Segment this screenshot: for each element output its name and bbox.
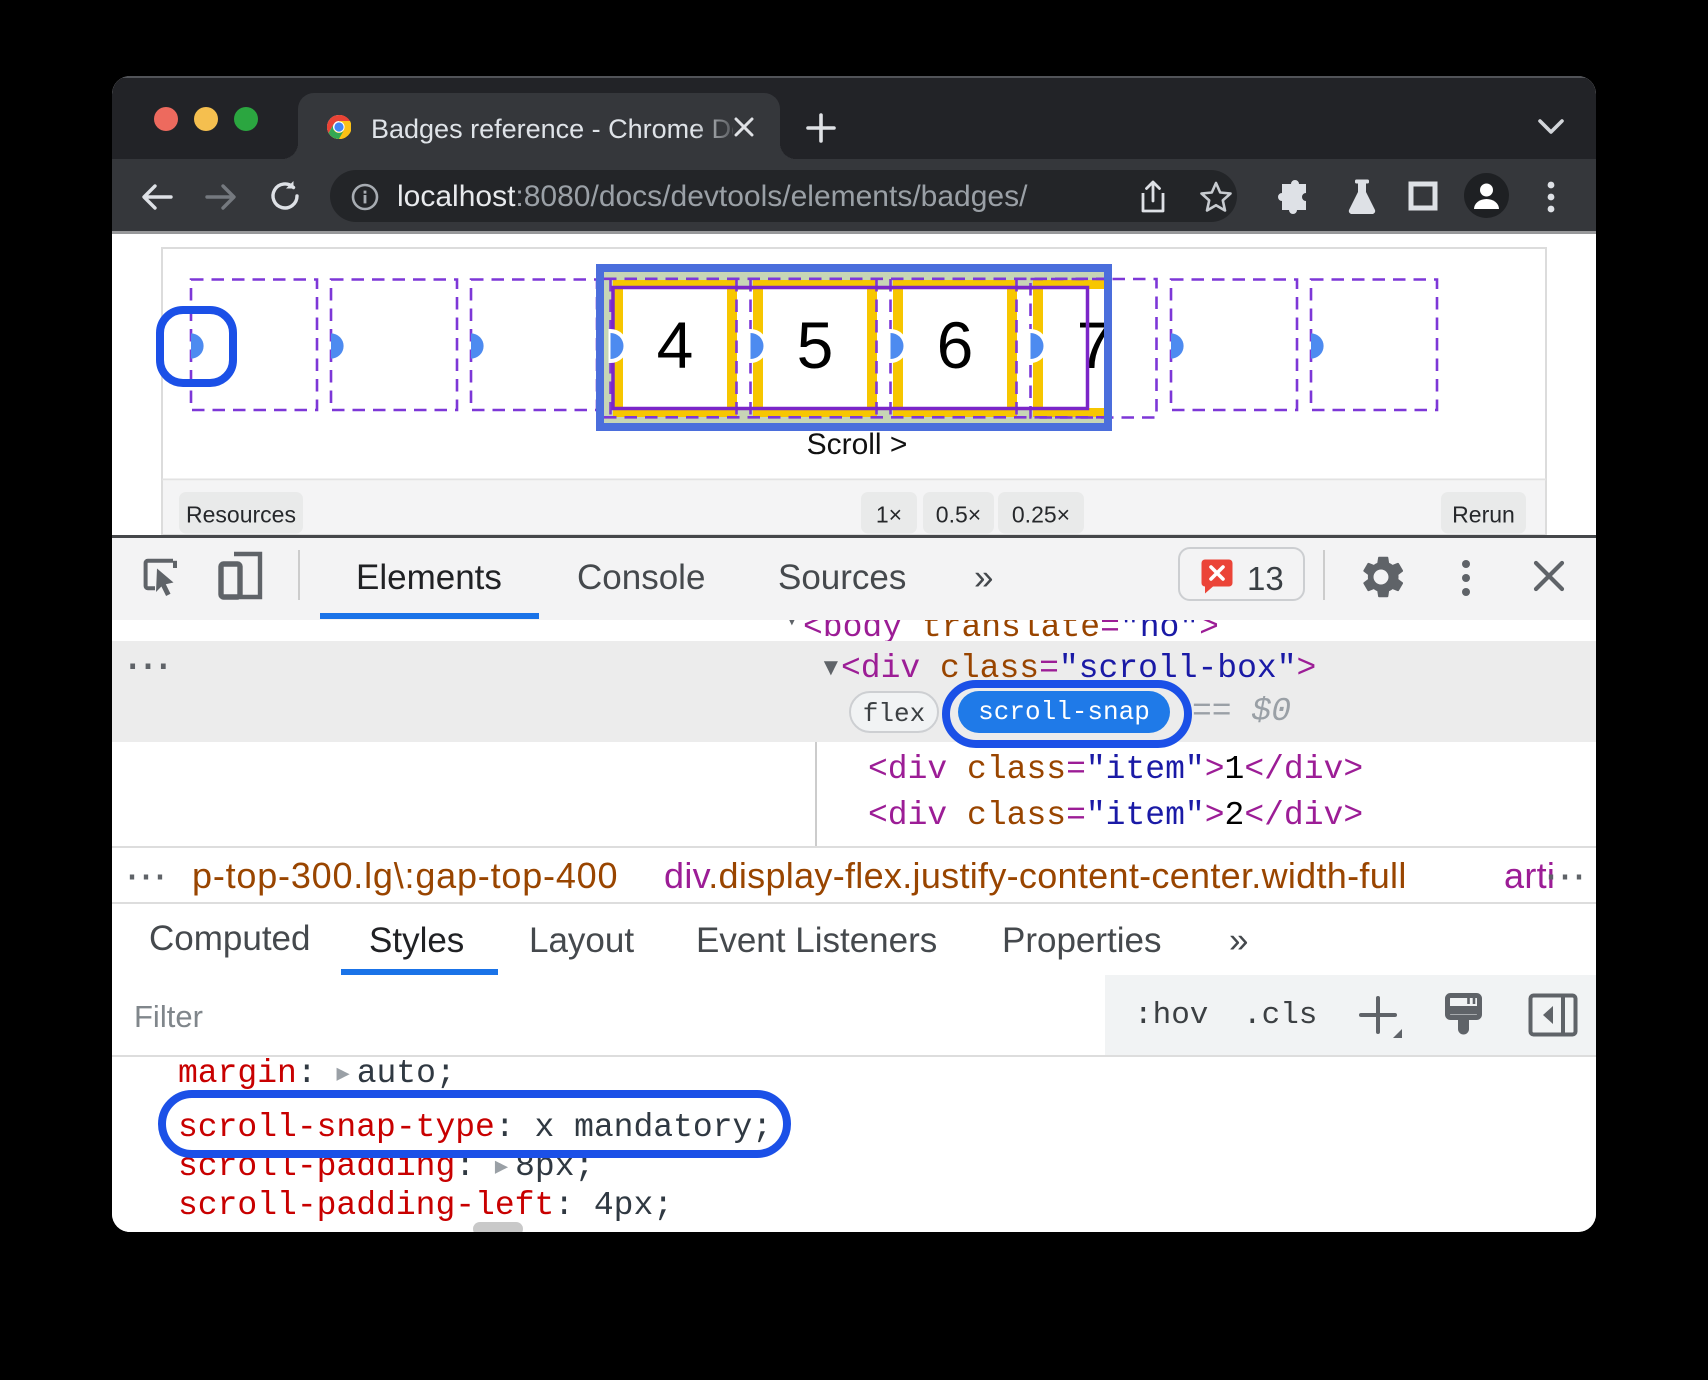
svg-text:5: 5	[797, 308, 834, 382]
svg-text:4: 4	[657, 308, 694, 382]
svg-text:6: 6	[937, 308, 974, 382]
svg-text:Rerun: Rerun	[1452, 502, 1515, 528]
svg-text:1×: 1×	[876, 502, 902, 528]
svg-text:Resources: Resources	[186, 502, 296, 528]
svg-text:0.25×: 0.25×	[1012, 502, 1070, 528]
svg-text:Scroll >: Scroll >	[807, 428, 908, 461]
svg-text:0.5×: 0.5×	[936, 502, 981, 528]
